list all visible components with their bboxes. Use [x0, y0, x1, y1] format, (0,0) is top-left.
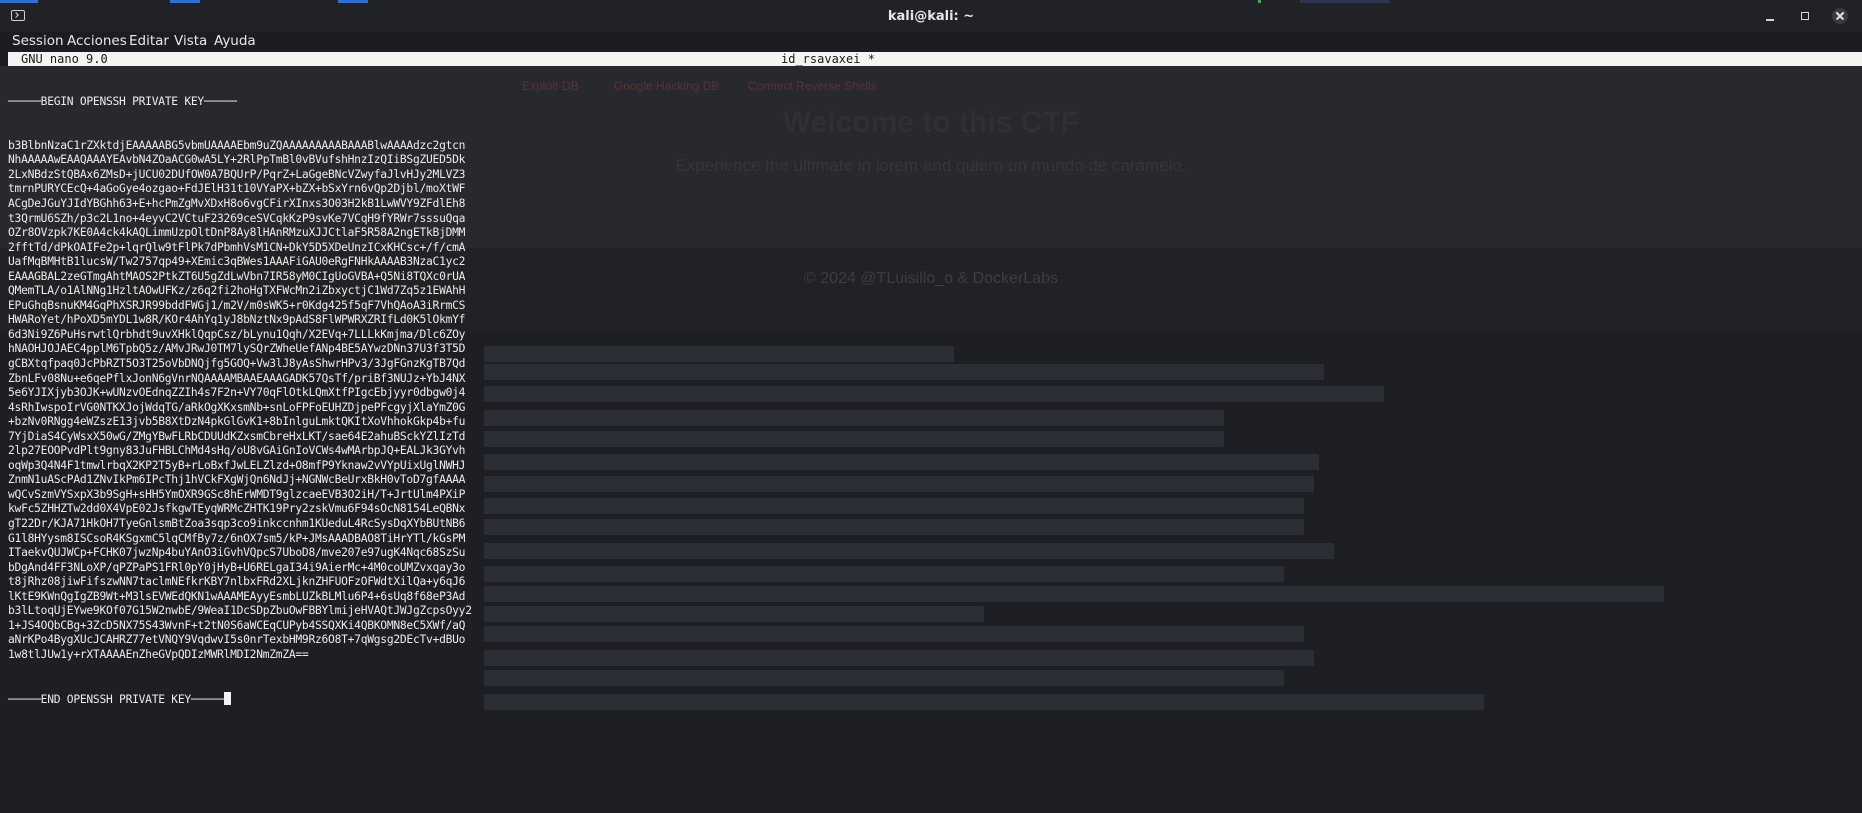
key-line: kwFc5ZHHZTw2dd0X4VpE02JsfkgwTEyqWRMcZHTK…: [8, 502, 466, 516]
nano-filename: id_rsavaxei *: [781, 52, 875, 66]
key-line: NhAAAAAwEAAQAAAYEAvbN4ZOaACG0wA5LY+2RlPp…: [8, 153, 466, 167]
nano-version: GNU nano 9.0: [21, 52, 108, 66]
key-line: +bzNv0RNgg4eWZszE13jvb5B8XtDzN4pkGlGvK1+…: [8, 415, 466, 429]
key-line: wQCvSzmVYSxpX3b9SgH+sHH5YmOXR9GSc8hErWMD…: [8, 487, 466, 501]
key-line: ITaekvQUJWCp+FCHK07jwzNp4buYAnO3iGvhVQpc…: [8, 546, 466, 560]
ghost-stripe: [484, 586, 1664, 602]
key-line: 2lp27EOOPvdPlt9gny83JuFHBLChMd4sHq/oU8vG…: [8, 444, 466, 458]
key-line: 1w8tlJUw1y+rXTAAAAEnZheGVpQDIzMWRlMDI2Nm…: [8, 647, 309, 661]
key-line: ZbnLFv08Nu+e6qePflxJonN6gVnrNQAAAAMBAAEA…: [8, 371, 466, 385]
text-cursor: [223, 691, 231, 705]
close-button[interactable]: [1832, 8, 1848, 24]
key-line: tmrnPURYCEcQ+4aGoGye4ozgao+FdJElH31t10VY…: [8, 182, 466, 196]
tray-indicator: [1300, 0, 1390, 3]
key-line: 7YjDiaS4CyWsxX50wG/ZMgYBwFLRbCDUUdKZxsmC…: [8, 429, 466, 443]
key-line: t3QrmU6SZh/p3c2L1no+4eyvC2VCtuF23269ceSV…: [8, 211, 466, 225]
window-title: kali@kali: ~: [887, 9, 975, 24]
menu-bar: Session Acciones Editar Vista Ayuda: [0, 32, 1862, 52]
key-content: b3BlbnNzaC1rZXktdjEAAAAABG5vbmUAAAAEbm9u…: [8, 139, 628, 663]
key-line: ZnmN1uAScPAd1ZNvIkPm6IPcThj1hVCkFXgWjQn6…: [8, 473, 466, 487]
key-line: UafMqBMHtB1lucsW/Tw2757qp49+XEmic3qBWes1…: [8, 255, 466, 269]
key-line: OZr8OVzpk7KE0A4ck4kAQLimmUzpOltDnP8Ay8lH…: [8, 226, 466, 240]
key-line: 5e6YJIXjyb3OJK+wUNzvOEdnqZZIh4s7F2n+VY70…: [8, 386, 466, 400]
maximize-button[interactable]: [1797, 8, 1813, 24]
key-line: b3lLtoqUjEYwe9KOf07G15W2nwbE/9WeaI1DcSDp…: [8, 604, 472, 618]
key-line: ACgDeJGuYJIdYBGhh63+E+hcPmZgMvXDxH8o6vgC…: [8, 196, 466, 210]
menu-editar[interactable]: Editar: [129, 33, 169, 49]
key-line: lKtE9KWnQgIgZB9Wt+M3lsEVWEdQKN1wAAAMEAyy…: [8, 589, 466, 603]
key-begin-line: ─────BEGIN OPENSSH PRIVATE KEY─────: [8, 95, 237, 109]
key-line: 4sRhIwspoIrVG0NTKXJojWdqTG/aRkOgXKxsmNb+…: [8, 400, 466, 414]
key-line: QMemTLA/o1AlNNg1HzltAOwUFKz/z6q2fi2hoHgT…: [8, 284, 466, 298]
key-line: EAAAGBAL2zeGTmgAhtMAOS2PtkZT6U5gZdLwVbn7…: [8, 269, 466, 283]
key-line: EPuGhqBsnuKM4GqPhXSRJR99bddFWGj1/m2V/m0s…: [8, 298, 466, 312]
taskbar-indicator: [170, 0, 200, 3]
nano-header: GNU nano 9.0 id_rsavaxei *: [8, 52, 1862, 66]
window-titlebar: kali@kali: ~: [0, 0, 1862, 33]
key-line: b3BlbnNzaC1rZXktdjEAAAAABG5vbmUAAAAEbm9u…: [8, 138, 466, 152]
ghost-nav-link: Google Hacking DB: [614, 79, 720, 93]
key-line: gT22Dr/KJA71HkOH7TyeGnlsmBtZoa3sqp3co9in…: [8, 517, 466, 531]
menu-session[interactable]: Session: [12, 33, 64, 49]
key-line: 1+JS4OQbCBg+3ZcD5NX75S43WvnF+t2tN0S6aWCE…: [8, 618, 466, 632]
key-line: 6d3Ni9Z6PuHsrwtlQrbhdt9uvXHklQqpCsz/bLyn…: [8, 327, 466, 341]
key-line: 2fftTd/dPkOAIFe2p+lqrQlw9tFlPk7dPbmhVsM1…: [8, 240, 466, 254]
key-line: hNAOHJOJAEC4pplM6TpbQ5z/AMvJRwJ0TM7lySQr…: [8, 342, 466, 356]
menu-vista[interactable]: Vista: [174, 33, 207, 49]
taskbar-indicator: [0, 0, 38, 3]
nano-editor-body[interactable]: ─────BEGIN OPENSSH PRIVATE KEY───── b3Bl…: [8, 66, 628, 721]
minimize-button[interactable]: [1762, 8, 1778, 24]
key-line: aNrKPo4BygXUcJCAHRZ77etVNQY9VqdwvI5s0nrT…: [8, 633, 466, 647]
key-line: gCBXtqfpaq0JcPbRZT5O3T25oVbDNQjfg5GOQ+Vw…: [8, 357, 466, 370]
menu-ayuda[interactable]: Ayuda: [214, 33, 256, 49]
key-line: t8jRhz08jiwFifszwNN7taclmNEfkrKBY7nlbxFR…: [8, 575, 466, 589]
key-line: bDgAnd4FF3NLoXP/qPZPaPS1FRl0pY0jHyB+U6RE…: [8, 560, 466, 574]
taskbar-indicator: [338, 0, 368, 3]
key-end-line: ─────END OPENSSH PRIVATE KEY─────: [8, 691, 628, 707]
key-line: HWARoYet/hPoXD5mYDL1w8R/KOr4AhYq1yJ8bNzt…: [8, 313, 466, 327]
key-line: oqWp3Q4N4F1tmwlrbqX2KP2T5yB+rLoBxfJwLELZ…: [8, 458, 466, 472]
key-line: 2LxNBdzStQBAx6ZMsD+jUCU02DUfOW0A7BQUrP/P…: [8, 167, 466, 181]
tray-indicator: [1258, 0, 1261, 3]
key-end-text: ─────END OPENSSH PRIVATE KEY─────: [8, 692, 224, 706]
key-line: G1l8HYysm8ISCsoR4KSgxmC5lqCMfBy7z/6nOX7s…: [8, 531, 466, 545]
ghost-nav-link: Connect Reverse Shells: [748, 79, 877, 93]
ghost-stripe: [484, 694, 1484, 710]
menu-acciones[interactable]: Acciones: [67, 33, 127, 49]
